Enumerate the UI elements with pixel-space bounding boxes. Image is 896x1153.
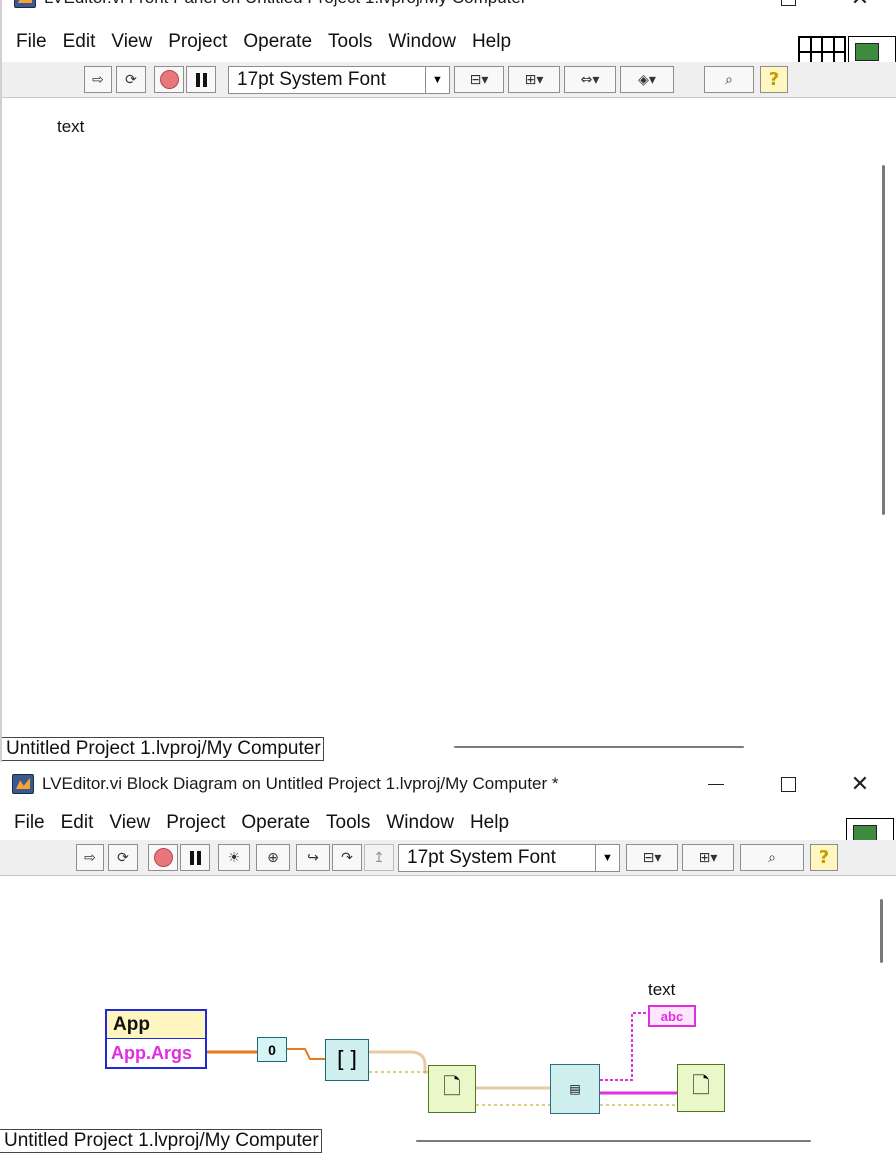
chevron-down-icon: ▼ xyxy=(425,67,449,93)
app-ref-label: App xyxy=(113,1013,150,1035)
front-panel-statusbar: Untitled Project 1.lvproj/My Computer xyxy=(2,737,324,761)
window-controls: ✕ xyxy=(680,0,896,18)
menu-help[interactable]: Help xyxy=(462,812,517,834)
read-text-file-node[interactable]: ▤ xyxy=(550,1064,600,1114)
app-args-property[interactable]: App.Args xyxy=(107,1040,205,1067)
app-ref-header: App xyxy=(107,1011,205,1039)
menu-tools[interactable]: Tools xyxy=(318,812,378,834)
string-wire[interactable] xyxy=(600,1012,648,1081)
text-indicator-terminal[interactable]: abc xyxy=(648,1005,696,1027)
chevron-down-icon: ▼ xyxy=(595,845,619,871)
maximize-button[interactable] xyxy=(752,764,824,804)
reorder-icon[interactable]: ◈▾ xyxy=(620,66,674,93)
search-icon[interactable]: ⌕ xyxy=(740,844,804,871)
close-file-node[interactable]: 🗋 xyxy=(677,1064,725,1112)
menu-file[interactable]: File xyxy=(8,31,55,53)
close-file-icon: 🗋 xyxy=(692,1073,710,1098)
menu-help[interactable]: Help xyxy=(464,31,519,53)
index-array-node[interactable]: [] xyxy=(325,1039,369,1081)
highlight-execution-icon[interactable]: ☀ xyxy=(218,844,250,871)
close-button[interactable]: ✕ xyxy=(824,764,896,804)
distribute-objects-icon[interactable]: ⊞▾ xyxy=(682,844,734,871)
close-button[interactable]: ✕ xyxy=(824,0,896,18)
app-args-label: App.Args xyxy=(111,1043,192,1063)
block-diagram-toolbar: ⇨ ⟳ ☀ ⊕ ↪ ↷ ↥ 17pt System Font ▼ ⊟▾ ⊞▾ ⌕… xyxy=(0,840,896,876)
run-arrow-icon[interactable]: ⇨ xyxy=(76,844,104,871)
index-constant[interactable]: 0 xyxy=(257,1037,287,1062)
text-indicator-label[interactable]: text xyxy=(57,117,84,137)
run-continuously-icon[interactable]: ⟳ xyxy=(116,66,146,93)
maximize-button[interactable] xyxy=(752,0,824,18)
application-property-node[interactable]: App App.Args xyxy=(105,1009,207,1069)
text-indicator-label[interactable]: text xyxy=(648,980,675,1000)
font-selector-label: 17pt System Font xyxy=(407,847,556,868)
labview-app-icon xyxy=(14,0,36,8)
block-diagram-statusbar: Untitled Project 1.lvproj/My Computer xyxy=(0,1129,322,1153)
vertical-scrollbar[interactable] xyxy=(880,899,883,963)
menu-view[interactable]: View xyxy=(103,31,160,53)
front-panel-menubar: File Edit View Project Operate Tools Win… xyxy=(2,27,519,57)
labview-app-icon xyxy=(12,774,34,794)
front-panel-titlebar: LVEditor.vi Front Panel on Untitled Proj… xyxy=(2,0,896,18)
font-selector[interactable]: 17pt System Font ▼ xyxy=(398,844,620,872)
front-panel-window: LVEditor.vi Front Panel on Untitled Proj… xyxy=(0,0,896,762)
retain-wire-values-icon[interactable]: ⊕ xyxy=(256,844,290,871)
menu-window[interactable]: Window xyxy=(380,31,464,53)
menu-file[interactable]: File xyxy=(6,812,53,834)
font-selector-label: 17pt System Font xyxy=(237,69,386,90)
horizontal-scrollbar[interactable] xyxy=(454,746,744,748)
front-panel-canvas[interactable]: text xyxy=(2,99,882,735)
step-over-icon[interactable]: ↷ xyxy=(332,844,362,871)
front-panel-toolbar: ⇨ ⟳ 17pt System Font ▼ ⊟▾ ⊞▾ ⇔▾ ◈▾ ⌕ ? xyxy=(2,62,896,98)
window-controls: ✕ xyxy=(680,764,896,804)
menu-project[interactable]: Project xyxy=(158,812,233,834)
align-objects-icon[interactable]: ⊟▾ xyxy=(454,66,504,93)
index-constant-value: 0 xyxy=(268,1041,276,1058)
menu-project[interactable]: Project xyxy=(160,31,235,53)
pause-icon[interactable] xyxy=(186,66,216,93)
menu-edit[interactable]: Edit xyxy=(55,31,104,53)
read-text-file-icon: ▤ xyxy=(569,1082,581,1096)
block-diagram-title: LVEditor.vi Block Diagram on Untitled Pr… xyxy=(42,774,559,793)
minimize-button[interactable] xyxy=(680,764,752,804)
align-objects-icon[interactable]: ⊟▾ xyxy=(626,844,678,871)
block-diagram-menubar: File Edit View Project Operate Tools Win… xyxy=(0,808,517,838)
search-icon[interactable]: ⌕ xyxy=(704,66,754,93)
menu-edit[interactable]: Edit xyxy=(53,812,102,834)
abort-icon[interactable] xyxy=(148,844,178,871)
minimize-button[interactable] xyxy=(680,0,752,18)
abort-icon[interactable] xyxy=(154,66,184,93)
menu-view[interactable]: View xyxy=(101,812,158,834)
vertical-scrollbar[interactable] xyxy=(882,165,885,515)
pause-icon[interactable] xyxy=(180,844,210,871)
font-selector[interactable]: 17pt System Font ▼ xyxy=(228,66,450,94)
menu-window[interactable]: Window xyxy=(378,812,462,834)
context-help-icon[interactable]: ? xyxy=(810,844,838,871)
index-wire[interactable] xyxy=(287,1048,325,1060)
block-diagram-titlebar: LVEditor.vi Block Diagram on Untitled Pr… xyxy=(0,764,896,804)
run-continuously-icon[interactable]: ⟳ xyxy=(108,844,138,871)
index-array-symbol: [] xyxy=(333,1047,361,1073)
front-panel-title: LVEditor.vi Front Panel on Untitled Proj… xyxy=(44,0,538,8)
menu-operate[interactable]: Operate xyxy=(235,31,320,53)
step-out-icon[interactable]: ↥ xyxy=(364,844,394,871)
open-file-node[interactable]: 🗋 xyxy=(428,1065,476,1113)
menu-operate[interactable]: Operate xyxy=(233,812,318,834)
distribute-objects-icon[interactable]: ⊞▾ xyxy=(508,66,560,93)
project-context-label: Untitled Project 1.lvproj/My Computer xyxy=(0,1129,322,1153)
menu-tools[interactable]: Tools xyxy=(320,31,380,53)
block-diagram-window: LVEditor.vi Block Diagram on Untitled Pr… xyxy=(0,762,896,1152)
indicator-type: abc xyxy=(660,1008,684,1024)
open-file-icon: 🗋 xyxy=(443,1074,461,1099)
context-help-icon[interactable]: ? xyxy=(760,66,788,93)
project-context-label: Untitled Project 1.lvproj/My Computer xyxy=(2,737,324,761)
step-into-icon[interactable]: ↪ xyxy=(296,844,330,871)
run-arrow-icon[interactable]: ⇨ xyxy=(84,66,112,93)
horizontal-scrollbar[interactable] xyxy=(416,1140,811,1142)
resize-objects-icon[interactable]: ⇔▾ xyxy=(564,66,616,93)
path-wire[interactable] xyxy=(369,1050,428,1074)
block-diagram-canvas[interactable]: App App.Args 0 [] 🗋 ▤ 🗋 text abc xyxy=(0,877,880,1132)
